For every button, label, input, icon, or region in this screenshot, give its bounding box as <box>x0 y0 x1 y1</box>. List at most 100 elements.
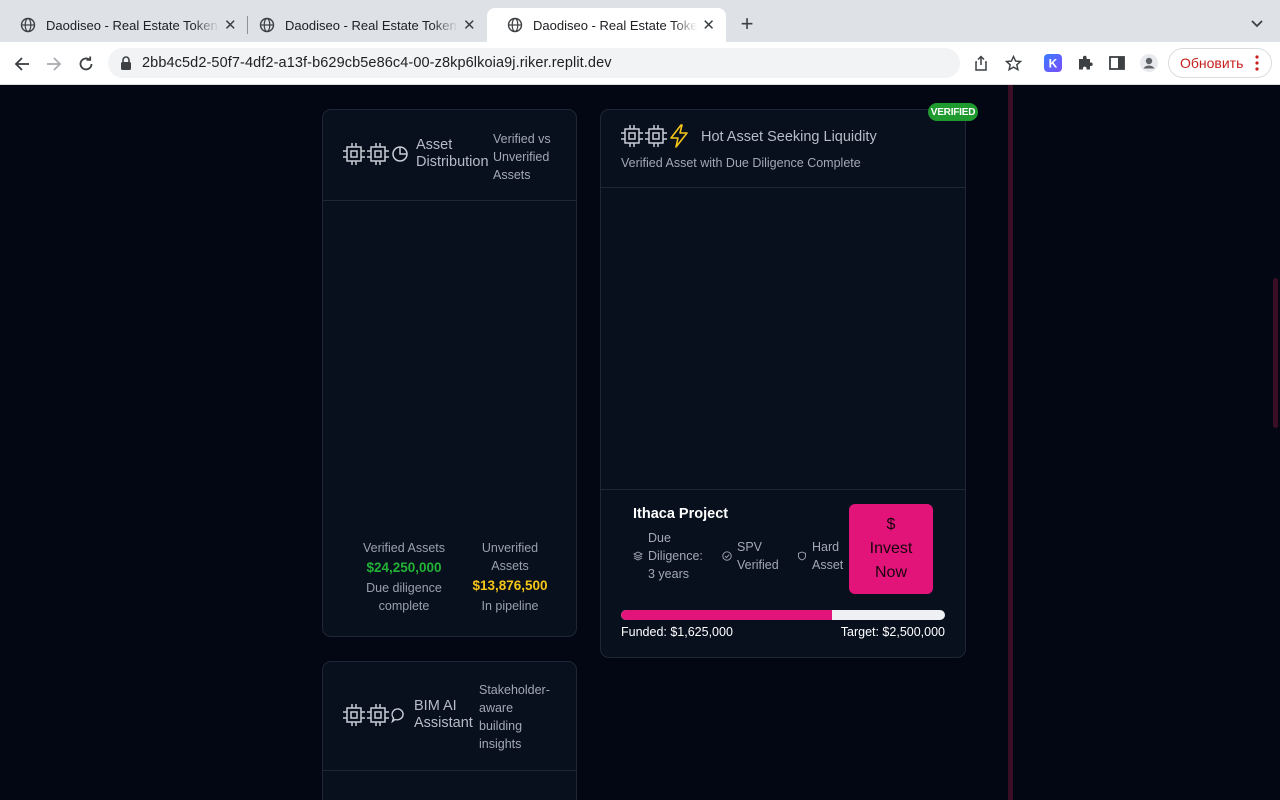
invest-now-button[interactable]: $ Invest Now <box>849 504 933 594</box>
chip-icon <box>367 143 389 165</box>
shield-icon <box>798 551 806 561</box>
close-tab-icon[interactable]: ✕ <box>701 17 716 34</box>
feature-hard-asset: Hard Asset <box>797 538 843 574</box>
browser-tab-3-active[interactable]: Daodiseo - Real Estate Tokeniz ✕ <box>487 8 726 42</box>
invest-label-line: Invest <box>869 540 913 557</box>
layers-icon <box>633 551 643 561</box>
feature-line: SPV <box>737 540 763 554</box>
label-line: Unverified <box>481 541 539 555</box>
feature-text: SPV Verified <box>737 538 779 574</box>
funding-progress-bar <box>621 610 945 620</box>
browser-toolbar: 2bb4c5d2-50f7-4df2-a13f-b629cb5e86c4-00-… <box>0 42 1280 85</box>
new-tab-button[interactable]: + <box>736 13 758 35</box>
label-line: Assets <box>491 559 529 573</box>
profile-button[interactable] <box>1139 53 1159 73</box>
reload-button[interactable] <box>73 51 99 77</box>
reload-icon <box>79 56 93 71</box>
side-panel-button[interactable] <box>1107 53 1127 73</box>
page-viewport: Asset Distribution Verified vs Unverifie… <box>0 85 1280 800</box>
title-line: Asset <box>416 137 453 153</box>
dollar-icon: $ <box>886 516 896 533</box>
card-header <box>601 110 965 188</box>
feature-line: Due <box>648 531 671 545</box>
chip-icon <box>343 143 365 165</box>
update-browser-button[interactable]: Обновить <box>1168 48 1272 78</box>
verified-assets-note: Due diligence complete <box>354 579 454 615</box>
chip-icon <box>621 125 643 147</box>
close-tab-icon[interactable]: ✕ <box>462 17 478 34</box>
target-amount: Target: $2,500,000 <box>840 625 945 639</box>
hot-asset-title: Hot Asset Seeking Liquidity <box>701 129 877 145</box>
chip-icon <box>645 125 667 147</box>
bim-assistant-title: BIM AI Assistant <box>414 698 473 732</box>
bim-assistant-subtitle: Stakeholder- aware building insights <box>479 681 550 753</box>
globe-icon <box>20 17 36 33</box>
bookmark-button[interactable] <box>1003 53 1023 73</box>
arrow-left-icon <box>14 57 29 71</box>
title-line: Assistant <box>414 715 473 731</box>
title-line: BIM AI <box>414 698 457 714</box>
browser-tab-strip: Daodiseo - Real Estate Tokeniz ✕ Daodise… <box>0 0 1280 42</box>
asset-distribution-subtitle: Verified vs Unverified Assets <box>493 130 551 184</box>
feature-text: Hard Asset <box>812 538 843 574</box>
feature-line: Verified <box>737 558 779 572</box>
chat-bubble-icon <box>391 708 404 724</box>
globe-icon <box>507 17 523 33</box>
extension-k-button[interactable]: K <box>1043 53 1063 73</box>
feature-line: 3 years <box>648 567 689 581</box>
extension-letter: K <box>1049 57 1058 71</box>
browser-tab-2[interactable]: Daodiseo - Real Estate Tokeniz ✕ <box>239 8 487 42</box>
puzzle-icon <box>1079 55 1093 70</box>
note-line: Due diligence <box>366 581 442 595</box>
close-tab-icon[interactable]: ✕ <box>223 17 239 34</box>
asset-distribution-title: Asset Distribution <box>416 137 489 171</box>
chip-icon <box>343 704 365 726</box>
lock-icon[interactable] <box>120 56 132 70</box>
subtitle-line: Assets <box>493 168 531 182</box>
project-name: Ithaca Project <box>633 506 729 522</box>
feature-line: Hard <box>812 540 840 554</box>
panel-divider <box>1008 85 1013 800</box>
lightning-icon <box>670 124 688 148</box>
note-line: complete <box>378 599 430 613</box>
tab-title: Daodiseo - Real Estate Tokeniz <box>285 17 458 33</box>
star-icon <box>1004 54 1022 71</box>
asset-distribution-icons <box>343 141 409 167</box>
hot-asset-icons <box>621 123 689 149</box>
browser-tab-1[interactable]: Daodiseo - Real Estate Tokeniz ✕ <box>0 8 248 42</box>
subtitle-line: Stakeholder- <box>479 683 550 697</box>
subtitle-line: building <box>479 719 523 733</box>
kebab-menu-icon[interactable] <box>1255 55 1259 71</box>
feature-spv-verified: SPV Verified <box>722 538 779 574</box>
page-scrollbar[interactable] <box>1273 278 1278 428</box>
forward-button[interactable] <box>41 51 67 77</box>
unverified-assets-value: $13,876,500 <box>472 578 548 593</box>
hot-asset-subtitle: Verified Asset with Due Diligence Comple… <box>621 156 861 170</box>
unverified-assets-label: Unverified Assets <box>466 539 554 575</box>
extensions-button[interactable] <box>1075 53 1095 73</box>
feature-line: Diligence: <box>648 549 703 563</box>
side-panel-icon <box>1109 56 1125 70</box>
subtitle-line: Verified vs <box>493 132 551 146</box>
title-line: Distribution <box>416 154 489 170</box>
feature-line: Asset <box>812 558 844 572</box>
pie-chart-icon <box>392 146 408 162</box>
subtitle-line: insights <box>479 737 522 751</box>
subtitle-line: aware <box>479 701 514 715</box>
tab-title: Daodiseo - Real Estate Tokeniz <box>46 17 219 33</box>
funded-amount: Funded: $1,625,000 <box>621 625 733 639</box>
subtitle-line: Unverified <box>493 150 550 164</box>
avatar-icon <box>1140 54 1158 72</box>
globe-icon <box>259 17 275 33</box>
address-bar[interactable]: 2bb4c5d2-50f7-4df2-a13f-b629cb5e86c4-00-… <box>108 48 960 78</box>
update-label: Обновить <box>1180 55 1244 71</box>
share-button[interactable] <box>971 53 991 73</box>
check-circle-icon <box>722 551 732 561</box>
tab-title: Daodiseo - Real Estate Tokeniz <box>533 17 698 33</box>
unverified-assets-note: In pipeline <box>481 599 539 613</box>
url-text[interactable]: 2bb4c5d2-50f7-4df2-a13f-b629cb5e86c4-00-… <box>142 55 612 71</box>
back-button[interactable] <box>9 51 35 77</box>
verified-badge: VERIFIED <box>928 103 978 121</box>
chevron-down-icon[interactable] <box>1248 14 1266 32</box>
feature-text: Due Diligence: 3 years <box>648 529 703 583</box>
